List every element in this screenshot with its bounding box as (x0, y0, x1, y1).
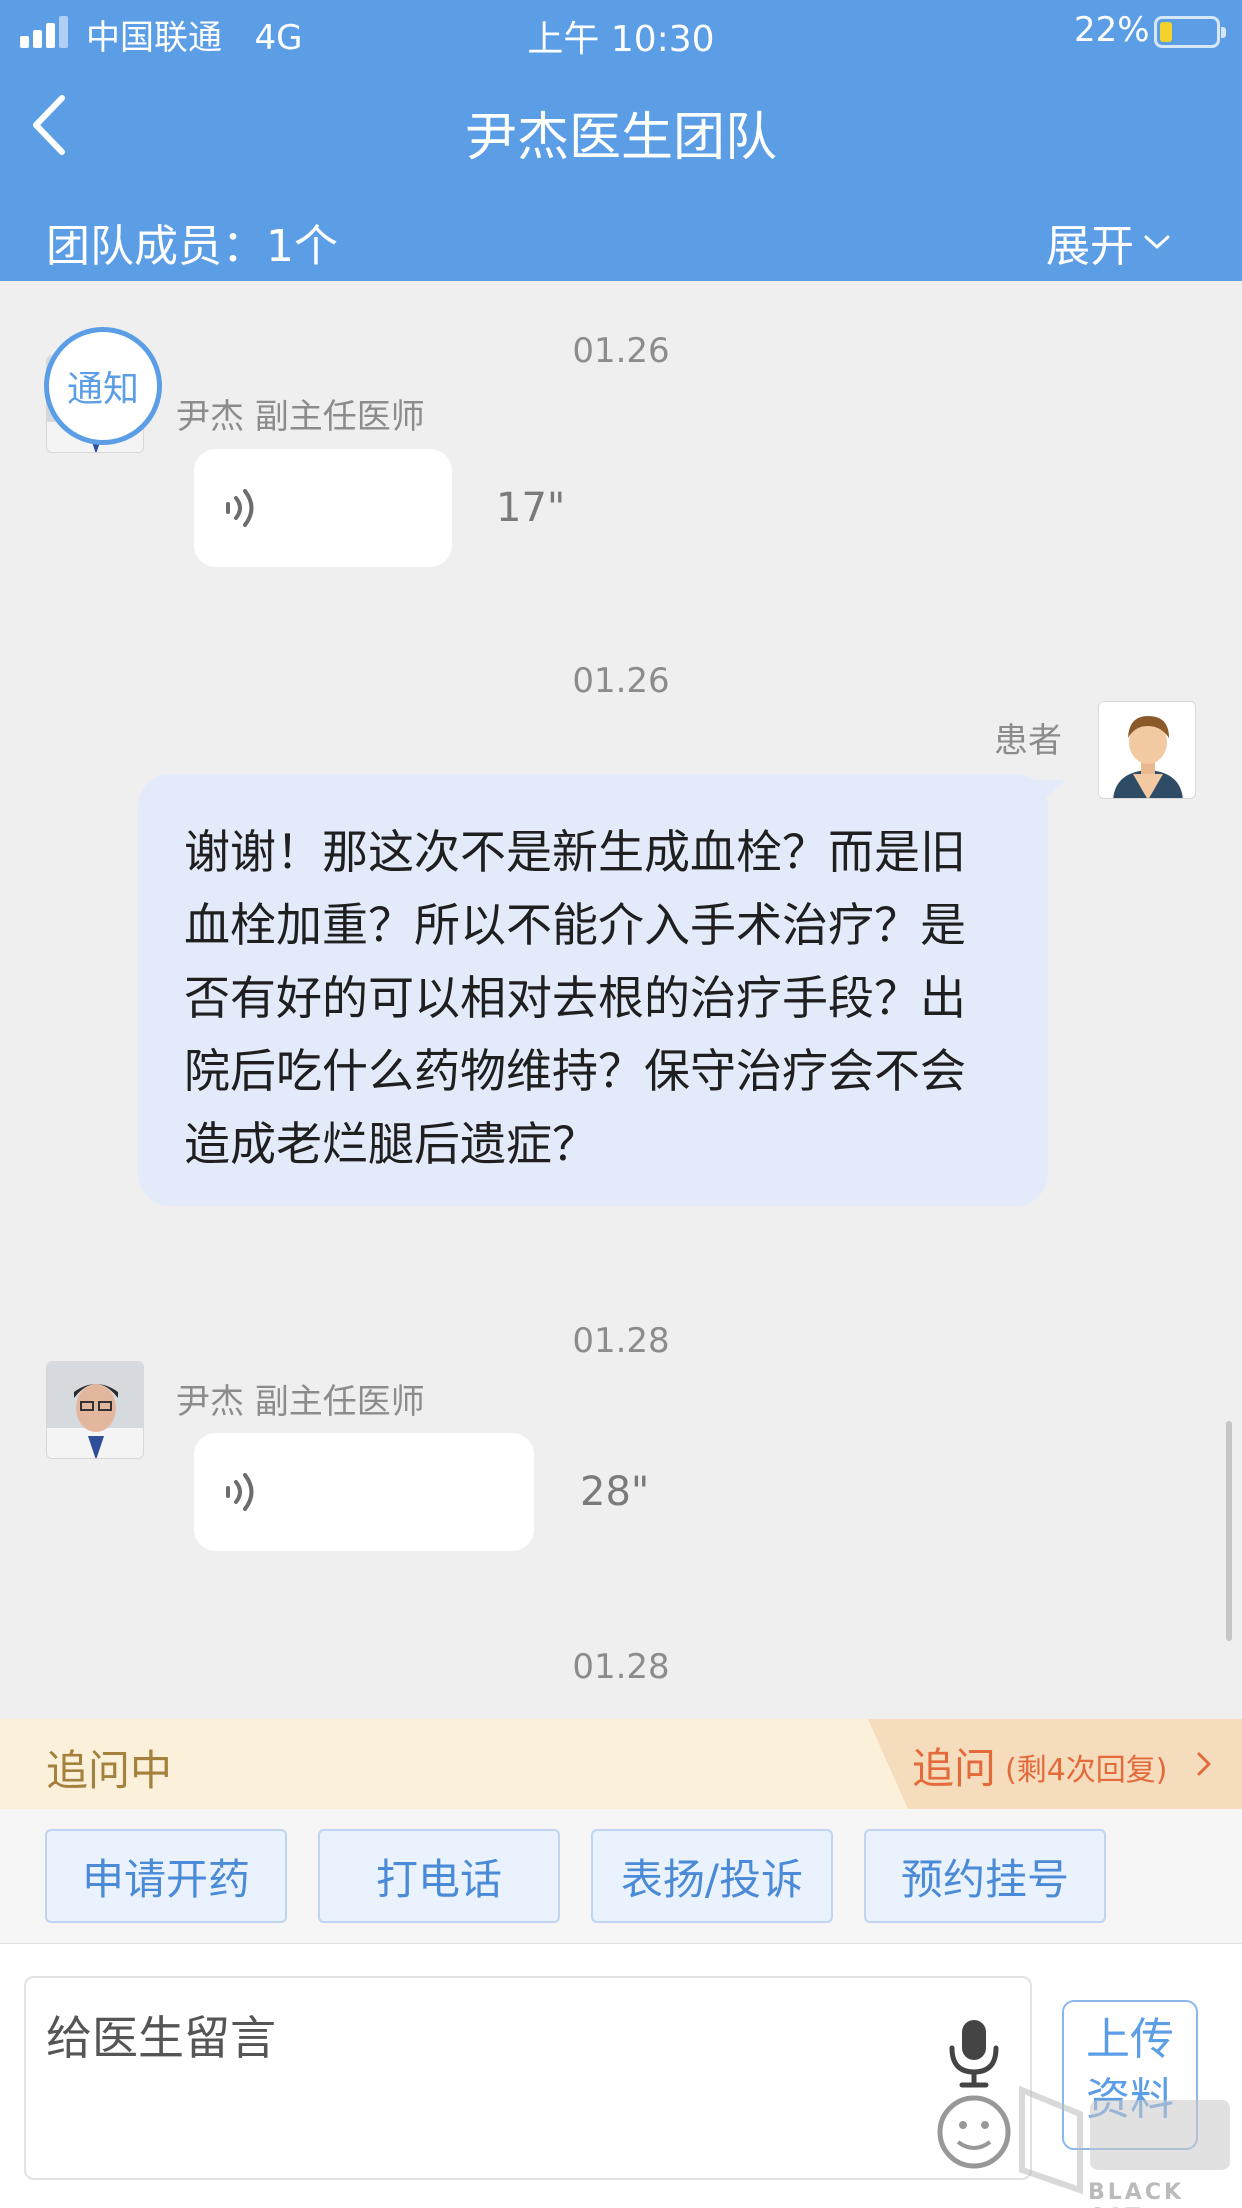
request-medicine-button[interactable]: 申请开药 (45, 1829, 287, 1923)
message-date: 01.28 (572, 1321, 670, 1361)
message-input[interactable] (46, 2002, 946, 2152)
watermark-text: BLACK CAT (1088, 2180, 1185, 2208)
voice-duration: 28" (580, 1469, 650, 1515)
voice-duration: 17" (496, 485, 566, 531)
followup-button[interactable]: 追问 (剩4次回复) (868, 1719, 1242, 1809)
message-date: 01.28 (572, 1647, 670, 1687)
voice-wave-icon (226, 1473, 254, 1511)
battery-icon (1154, 16, 1226, 48)
followup-label: 追问 (912, 1744, 997, 1793)
patient-text-message: 谢谢！那这次不是新生成血栓？而是旧血栓加重？所以不能介入手术治疗？是否有好的可以… (138, 774, 1066, 1206)
doctor-avatar[interactable] (46, 1361, 144, 1459)
voice-message[interactable] (194, 1433, 534, 1551)
chevron-right-icon (1197, 1752, 1211, 1776)
followup-remaining: (剩4次回复) (1005, 1753, 1168, 1788)
chevron-down-icon (1144, 235, 1170, 249)
page-title: 尹杰医生团队 (464, 108, 777, 168)
battery-level (1160, 22, 1172, 42)
patient-avatar-icon (1099, 702, 1195, 798)
call-button[interactable]: 打电话 (318, 1829, 560, 1923)
followup-status: 追问中 (46, 1746, 173, 1795)
notice-badge: 通知 (44, 327, 162, 445)
message-date: 01.26 (572, 331, 670, 371)
message-date: 01.26 (572, 661, 670, 701)
voice-wave-icon (226, 489, 254, 527)
expand-button[interactable]: 展开 (1046, 210, 1172, 274)
book-appointment-button[interactable]: 预约挂号 (864, 1829, 1106, 1923)
team-bar: 团队成员：1个 展开 (0, 200, 1242, 281)
sender-name: 尹杰 副主任医师 (176, 397, 425, 437)
sender-name: 尹杰 副主任医师 (176, 1382, 425, 1422)
doctor-photo (47, 1362, 143, 1458)
followup-bar: 追问中 追问 (剩4次回复) (0, 1719, 1242, 1809)
chat-area: 01.26 通知 尹杰 副主任医师 17" 01.26 患者 谢谢！那这次不是新… (0, 281, 1242, 1719)
header: 中国联通 4G 上午 10:30 22% 尹杰医生团队 团队成员：1个 展开 (0, 0, 1242, 281)
status-bar: 中国联通 4G 上午 10:30 22% (0, 0, 1242, 64)
patient-avatar[interactable] (1098, 701, 1196, 799)
message-input-box[interactable] (24, 1976, 1032, 2180)
team-members-label: 团队成员：1个 (46, 221, 338, 272)
voice-message[interactable] (194, 449, 452, 567)
quick-actions: 申请开药 打电话 表扬/投诉 预约挂号 (0, 1809, 1242, 1943)
battery-percent: 22% (1074, 10, 1150, 50)
status-time: 上午 10:30 (527, 19, 715, 60)
scrollbar[interactable] (1226, 1421, 1232, 1641)
expand-label: 展开 (1046, 221, 1134, 272)
sender-name: 患者 (994, 721, 1062, 761)
praise-complaint-button[interactable]: 表扬/投诉 (591, 1829, 833, 1923)
